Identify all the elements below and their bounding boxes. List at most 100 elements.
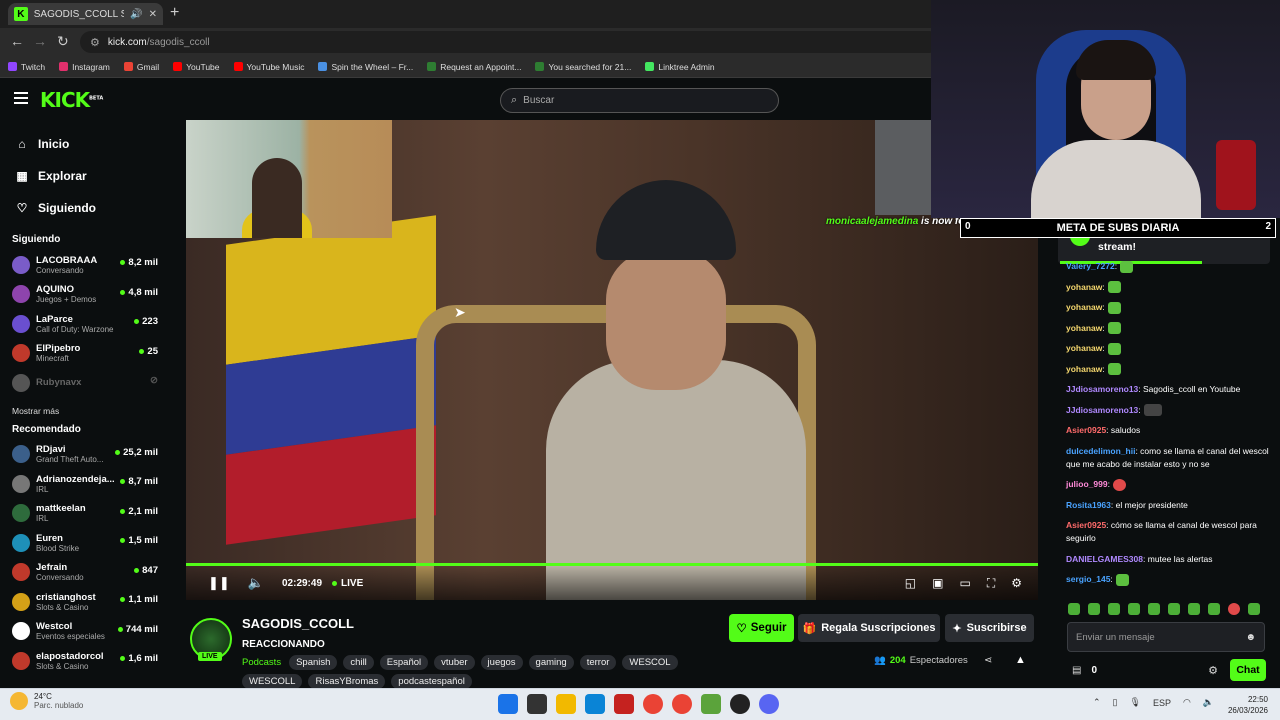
- obs-icon[interactable]: [730, 694, 750, 714]
- sidebar-channel[interactable]: mattkeelan IRL 2,1 mil: [0, 499, 170, 529]
- chevron-up-icon[interactable]: ⌃: [1093, 697, 1101, 708]
- sidebar-channel[interactable]: Westcol Eventos especiales 744 mil: [0, 617, 170, 647]
- search-box[interactable]: ⌕: [500, 88, 779, 113]
- emote-icon[interactable]: [1168, 603, 1180, 615]
- emote-icon[interactable]: [1248, 603, 1260, 615]
- chat-username[interactable]: yohanaw: [1066, 323, 1102, 333]
- send-chat-button[interactable]: Chat: [1230, 659, 1266, 681]
- stream-tag[interactable]: juegos: [480, 655, 523, 670]
- chat-username[interactable]: JJdiosamoreno13: [1066, 384, 1138, 394]
- stream-tag[interactable]: RisasYBromas: [308, 674, 386, 689]
- file-explorer-icon[interactable]: [556, 694, 576, 714]
- site-info-icon[interactable]: ⚙: [90, 36, 100, 49]
- stream-tag[interactable]: vtuber: [434, 655, 475, 670]
- nav-item-inicio[interactable]: ⌂ Inicio: [16, 128, 170, 160]
- chat-username[interactable]: dulcedelimon_hii: [1066, 446, 1135, 456]
- sidebar-channel[interactable]: elapostadorcol Slots & Casino 1,6 mil: [0, 646, 170, 676]
- miniplayer-icon[interactable]: ◱: [905, 576, 916, 591]
- reload-icon[interactable]: ↻: [57, 33, 69, 50]
- bookmark-item[interactable]: You searched for 21...: [535, 62, 631, 72]
- chat-username[interactable]: JJdiosamoreno13: [1066, 405, 1138, 415]
- chat-username[interactable]: Asier0925: [1066, 520, 1106, 530]
- live-indicator[interactable]: LIVE: [332, 578, 363, 589]
- emoji-icon[interactable]: ☻: [1245, 632, 1256, 643]
- language-indicator[interactable]: ESP: [1153, 698, 1171, 708]
- chat-username[interactable]: DANIELGAMES308: [1066, 554, 1143, 564]
- nav-item-siguiendo[interactable]: ♡ Siguiendo: [16, 192, 170, 224]
- chat-input[interactable]: [1076, 631, 1241, 643]
- mic-icon[interactable]: 🎙: [1130, 697, 1141, 708]
- chat-input-box[interactable]: ☻: [1067, 622, 1265, 652]
- speaker-icon[interactable]: 🔊: [130, 9, 142, 20]
- nav-item-explorar[interactable]: ▦ Explorar: [16, 160, 170, 192]
- forward-icon[interactable]: →: [33, 33, 47, 49]
- chat-username[interactable]: Asier0925: [1066, 425, 1106, 435]
- kicks-icon[interactable]: ▤: [1072, 665, 1081, 676]
- back-icon[interactable]: ←: [10, 33, 24, 49]
- gift-subs-button[interactable]: 🎁 Regala Suscripciones: [798, 614, 940, 642]
- sidebar-channel[interactable]: Jefrain Conversando 847: [0, 558, 170, 588]
- chat-username[interactable]: Rosita1963: [1066, 500, 1111, 510]
- sidebar-channel[interactable]: LaParce Call of Duty: Warzone 223: [0, 309, 170, 339]
- sidebar-channel[interactable]: Rubynavx ⊘: [0, 368, 170, 398]
- task-view-icon[interactable]: [527, 694, 547, 714]
- video-player[interactable]: monicaalejamedina is now following! ➤ ❚❚…: [186, 120, 1038, 600]
- bookmark-item[interactable]: YouTube: [173, 62, 220, 72]
- emote-icon[interactable]: [1068, 603, 1080, 615]
- chat-settings-icon[interactable]: ⚙: [1208, 664, 1218, 677]
- category-link[interactable]: Podcasts: [242, 657, 281, 668]
- sidebar-channel[interactable]: Euren Blood Strike 1,5 mil: [0, 528, 170, 558]
- sidebar-channel[interactable]: LACOBRAAA Conversando 8,2 mil: [0, 250, 170, 280]
- weather-widget[interactable]: 24°C Parc. nublado: [10, 692, 83, 710]
- stream-tag[interactable]: WESCOLL: [242, 674, 303, 689]
- antivirus-icon[interactable]: [614, 694, 634, 714]
- discord-icon[interactable]: [759, 694, 779, 714]
- show-more-link[interactable]: Mostrar más: [0, 398, 170, 424]
- emote-icon[interactable]: [1228, 603, 1240, 615]
- stream-tag[interactable]: Español: [379, 655, 429, 670]
- kick-logo[interactable]: KICKBETA: [40, 88, 103, 112]
- chat-username[interactable]: julioo_999: [1066, 479, 1108, 489]
- chat-username[interactable]: yohanaw: [1066, 343, 1102, 353]
- stream-tag[interactable]: terror: [579, 655, 617, 670]
- bookmark-item[interactable]: Twitch: [8, 62, 45, 72]
- chrome-active-icon[interactable]: [672, 694, 692, 714]
- close-tab-icon[interactable]: ✕: [149, 9, 157, 20]
- stream-tag[interactable]: WESCOL: [622, 655, 678, 670]
- fullscreen-icon[interactable]: ⛶: [987, 576, 995, 591]
- subscribe-button[interactable]: ✦ Suscribirse: [945, 614, 1034, 642]
- chat-username[interactable]: yohanaw: [1066, 302, 1102, 312]
- stream-tag[interactable]: podcastespañol: [391, 674, 472, 689]
- bookmark-item[interactable]: Instagram: [59, 62, 110, 72]
- emote-icon[interactable]: [1148, 603, 1160, 615]
- chat-username[interactable]: Valery_7272: [1066, 261, 1115, 271]
- bookmark-item[interactable]: YouTube Music: [233, 62, 304, 72]
- clock[interactable]: 22:50 26/03/2026: [1224, 694, 1268, 716]
- bookmark-item[interactable]: Gmail: [123, 62, 159, 72]
- emote-icon[interactable]: [1128, 603, 1140, 615]
- settings-gear-icon[interactable]: ⚙: [1011, 576, 1022, 591]
- chat-username[interactable]: sergio_145: [1066, 574, 1110, 584]
- volume-icon[interactable]: 🔈: [248, 575, 264, 591]
- search-input[interactable]: [523, 95, 744, 106]
- sidebar-channel[interactable]: cristianghost Slots & Casino 1,1 mil: [0, 587, 170, 617]
- wifi-icon[interactable]: ◠: [1183, 697, 1191, 708]
- sidebar-channel[interactable]: Adrianozendeja... IRL 8,7 mil: [0, 469, 170, 499]
- store-icon[interactable]: [585, 694, 605, 714]
- theater-mode-icon[interactable]: ▭: [959, 576, 970, 591]
- browser-tab[interactable]: K SAGODIS_CCOLL Stream - K 🔊 ✕: [8, 3, 163, 25]
- bookmark-item[interactable]: Linktree Admin: [645, 62, 715, 72]
- bookmark-item[interactable]: Request an Appoint...: [427, 62, 521, 72]
- chrome-icon[interactable]: [643, 694, 663, 714]
- stream-tag[interactable]: chill: [343, 655, 374, 670]
- share-icon[interactable]: ⋖: [984, 655, 992, 666]
- sidebar-channel[interactable]: RDjavi Grand Theft Auto... 25,2 mil: [0, 440, 170, 470]
- sidebar-channel[interactable]: ElPipebro Minecraft 25: [0, 339, 170, 369]
- emote-icon[interactable]: [1108, 603, 1120, 615]
- menu-icon[interactable]: [14, 92, 28, 104]
- follow-button[interactable]: ♡ Seguir: [729, 614, 794, 642]
- clip-icon[interactable]: ▣: [932, 576, 943, 591]
- usb-icon[interactable]: ▯: [1113, 697, 1118, 708]
- emote-icon[interactable]: [1188, 603, 1200, 615]
- chat-username[interactable]: yohanaw: [1066, 364, 1102, 374]
